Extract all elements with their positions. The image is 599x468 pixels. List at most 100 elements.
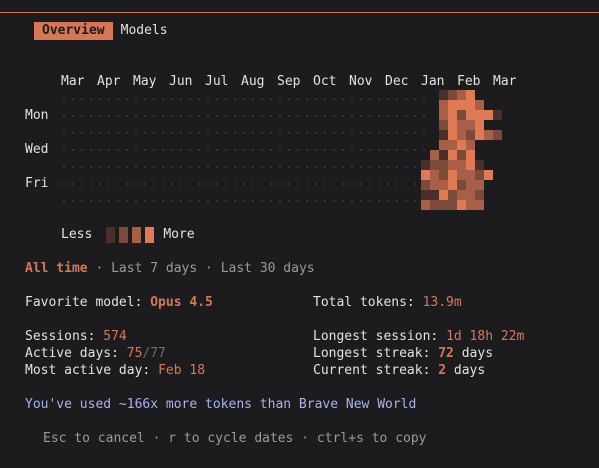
heatmap-empty-cell (324, 98, 326, 100)
heatmap-cell (439, 120, 448, 130)
heatmap-empty-cell (99, 149, 101, 151)
heatmap-empty-cell (81, 132, 83, 134)
top-divider (0, 12, 599, 13)
heatmap-empty-cell (369, 166, 371, 168)
most-active-day-label: Most active day: (25, 363, 151, 378)
heatmap-cell (457, 150, 466, 160)
active-days-stat: Active days: 75/77 (25, 346, 166, 362)
heatmap-empty-cell (108, 166, 110, 168)
heatmap-cell (439, 190, 448, 200)
heatmap-empty-cell (369, 183, 371, 185)
heatmap-empty-cell (189, 132, 191, 134)
heatmap-empty-cell (297, 183, 299, 185)
keyboard-help: Esc to cancel · r to cycle dates · ctrl+… (43, 431, 427, 446)
heatmap-empty-cell (153, 200, 155, 202)
heatmap-empty-cell (117, 183, 119, 185)
heatmap-empty-cell (243, 98, 245, 100)
heatmap-cell (421, 170, 430, 180)
heatmap-empty-cell (216, 166, 218, 168)
tab-models[interactable]: Models (113, 22, 176, 40)
heatmap-cell (475, 110, 484, 120)
longest-session-value: 1d 18h 22m (446, 329, 525, 344)
heatmap-empty-cell (342, 132, 344, 134)
heatmap-cell (421, 190, 430, 200)
heatmap-empty-cell (369, 200, 371, 202)
heatmap-empty-cell (234, 115, 236, 117)
heatmap-empty-cell (252, 98, 254, 100)
heatmap-empty-cell (72, 166, 74, 168)
month-label: Feb (457, 74, 481, 89)
heatmap-cell (457, 200, 466, 210)
range-last-30-days[interactable]: Last 30 days (221, 261, 315, 276)
heatmap-empty-cell (216, 200, 218, 202)
month-label: Jul (205, 74, 229, 89)
tab-overview[interactable]: Overview (34, 22, 113, 40)
heatmap-empty-cell (315, 183, 317, 185)
heatmap-cell (466, 200, 475, 210)
heatmap-empty-cell (315, 200, 317, 202)
heatmap-empty-cell (405, 115, 407, 117)
range-all-time[interactable]: All time (25, 261, 88, 276)
heatmap-empty-cell (414, 166, 416, 168)
heatmap-cell (448, 160, 457, 170)
sessions-value: 574 (103, 329, 127, 344)
heatmap-empty-cell (234, 200, 236, 202)
month-label: Sep (277, 74, 301, 89)
heatmap-empty-cell (423, 115, 425, 117)
heatmap-empty-cell (279, 115, 281, 117)
heatmap-empty-cell (189, 149, 191, 151)
heatmap-empty-cell (63, 200, 65, 202)
heatmap-empty-cell (333, 132, 335, 134)
day-label-wed: Wed (25, 142, 49, 157)
heatmap-empty-cell (72, 183, 74, 185)
heatmap-empty-cell (90, 183, 92, 185)
heatmap-empty-cell (234, 149, 236, 151)
heatmap-empty-cell (162, 183, 164, 185)
heatmap-cell (448, 180, 457, 190)
heatmap-cell (466, 90, 475, 100)
heatmap-cell (439, 140, 448, 150)
heatmap-empty-cell (81, 149, 83, 151)
heatmap-cell (448, 190, 457, 200)
heatmap-empty-cell (90, 98, 92, 100)
favorite-model-label: Favorite model: (25, 295, 143, 310)
heatmap-empty-cell (108, 200, 110, 202)
heatmap-empty-cell (315, 166, 317, 168)
heatmap-empty-cell (216, 132, 218, 134)
heatmap-empty-cell (162, 200, 164, 202)
heatmap-empty-cell (81, 98, 83, 100)
heatmap-empty-cell (378, 149, 380, 151)
heatmap-cell (439, 100, 448, 110)
heatmap-empty-cell (270, 183, 272, 185)
heatmap-empty-cell (162, 132, 164, 134)
heatmap-empty-cell (351, 183, 353, 185)
heatmap-empty-cell (126, 166, 128, 168)
legend-less-label: Less (61, 227, 93, 242)
heatmap-empty-cell (90, 132, 92, 134)
heatmap-empty-cell (306, 132, 308, 134)
fun-fact: You've used ~166x more tokens than Brave… (25, 397, 417, 412)
heatmap-empty-cell (225, 200, 227, 202)
heatmap-empty-cell (225, 132, 227, 134)
heatmap-empty-cell (243, 132, 245, 134)
heatmap-cell (421, 160, 430, 170)
heatmap-empty-cell (315, 98, 317, 100)
range-last-7-days[interactable]: Last 7 days (111, 261, 197, 276)
heatmap-empty-cell (342, 115, 344, 117)
heatmap-empty-cell (270, 115, 272, 117)
heatmap-empty-cell (270, 166, 272, 168)
heatmap-empty-cell (252, 166, 254, 168)
heatmap-empty-cell (108, 149, 110, 151)
heatmap-empty-cell (342, 98, 344, 100)
heatmap-empty-cell (207, 183, 209, 185)
heatmap-empty-cell (153, 98, 155, 100)
heatmap-empty-cell (207, 166, 209, 168)
heatmap-empty-cell (279, 166, 281, 168)
heatmap-empty-cell (297, 115, 299, 117)
heatmap-cell (430, 160, 439, 170)
heatmap-empty-cell (243, 200, 245, 202)
heatmap-empty-cell (189, 183, 191, 185)
heatmap-empty-cell (378, 200, 380, 202)
active-days-value: 75 (126, 346, 143, 361)
heatmap-empty-cell (324, 166, 326, 168)
